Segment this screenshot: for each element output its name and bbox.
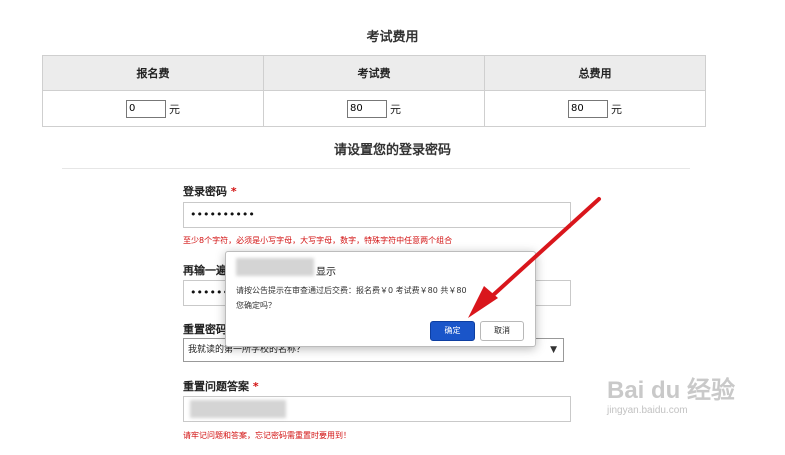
watermark: Bai du 经验 jingyan.baidu.com — [607, 370, 735, 416]
watermark-url: jingyan.baidu.com — [607, 405, 688, 416]
watermark-logo: Bai du 经验 — [607, 377, 736, 404]
